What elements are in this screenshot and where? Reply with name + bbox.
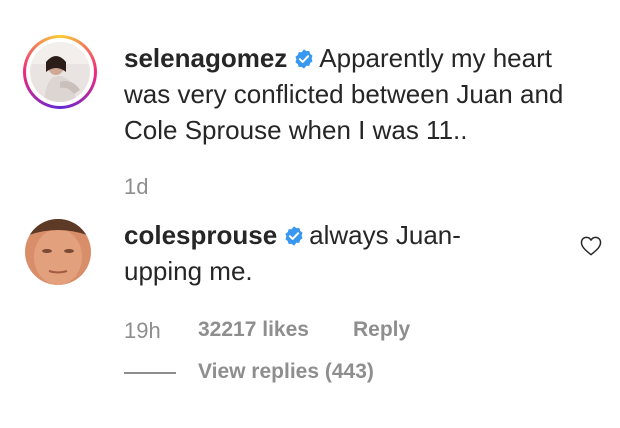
verified-badge-icon bbox=[285, 226, 303, 246]
comment-time[interactable]: 19h bbox=[124, 318, 161, 344]
comment-time[interactable]: 1d bbox=[124, 174, 148, 200]
username[interactable]: colesprouse bbox=[124, 220, 277, 250]
avatar[interactable] bbox=[25, 219, 91, 285]
likes-count[interactable]: 32217 likes bbox=[198, 318, 309, 342]
avatar-image bbox=[30, 42, 90, 102]
heart-outline-icon[interactable] bbox=[580, 236, 602, 256]
avatar-image bbox=[25, 219, 91, 285]
replies-divider bbox=[124, 372, 176, 374]
verified-badge-icon bbox=[295, 49, 313, 69]
comment-body: colesprouse always Juan-upping me. bbox=[124, 217, 484, 289]
comment-colesprouse: colesprouse always Juan-upping me. 19h 32… bbox=[0, 200, 620, 428]
reply-button[interactable]: Reply bbox=[353, 318, 410, 342]
comment-body: selenagomez Apparently my heart was very … bbox=[124, 40, 594, 148]
comment-selenagomez: selenagomez Apparently my heart was very … bbox=[0, 0, 620, 200]
view-replies-button[interactable]: View replies (443) bbox=[198, 360, 374, 384]
avatar[interactable] bbox=[30, 42, 90, 102]
username[interactable]: selenagomez bbox=[124, 43, 287, 73]
